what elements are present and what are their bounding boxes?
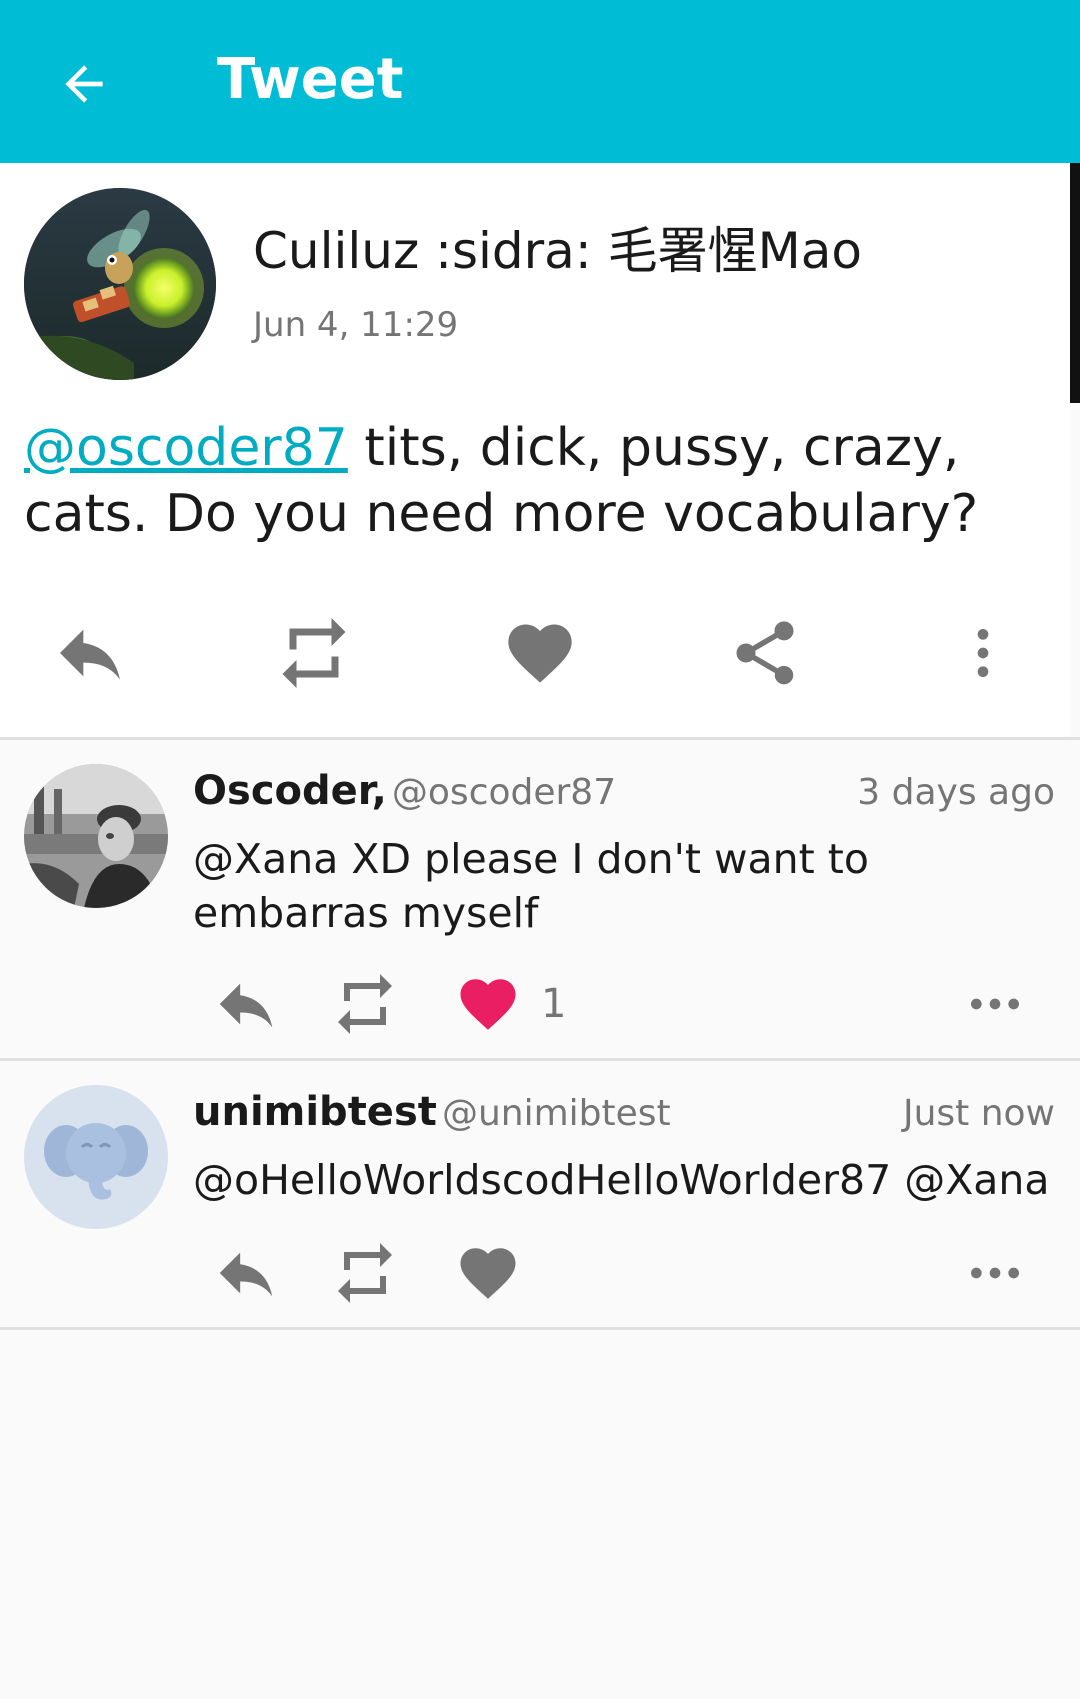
avatar-image [24,764,168,908]
author-avatar[interactable] [24,188,216,380]
tweet-date: Jun 4, 11:29 [253,305,459,345]
reply-avatar[interactable] [24,764,168,908]
retweet-button[interactable] [329,1233,401,1313]
reply-item[interactable]: Oscoder, @oscoder87 3 days ago @Xana XD … [0,740,1080,1058]
page-title: Tweet [217,47,404,112]
elephant-icon [24,1085,168,1229]
heart-icon [460,1248,516,1299]
more-options-button[interactable] [933,603,1033,703]
reply-handle[interactable]: @oscoder87 [392,772,616,813]
reply-author-name[interactable]: unimibtest [193,1089,437,1135]
avatar-image [24,188,216,380]
heart-icon [508,624,572,683]
retweet-button[interactable] [264,603,364,703]
retweet-button[interactable] [329,964,401,1044]
reply-actions: 1 [193,964,1055,1044]
share-icon [736,621,794,685]
reply-text: @Xana XD please I don't want to embarras… [193,835,869,937]
scroll-indicator[interactable] [1070,163,1080,403]
share-button[interactable] [715,603,815,703]
reply-button[interactable] [211,1233,281,1313]
reply-time: 3 days ago [857,772,1055,813]
app-bar: Tweet [0,0,1080,163]
reply-button[interactable] [211,964,281,1044]
back-button[interactable] [52,52,116,116]
more-options-button[interactable] [963,1233,1027,1313]
reply-header: Oscoder, @oscoder87 3 days ago [193,768,1055,820]
reply-icon [60,629,120,680]
retweet-icon [338,974,392,1034]
tweet-text: @oscoder87 tits, dick, pussy, crazy, cat… [24,415,1054,547]
more-horizontal-icon [971,998,1019,1010]
reply-avatar[interactable] [24,1085,168,1229]
main-tweet: Culiluz :sidra: 毛署惺Mao Jun 4, 11:29 @osc… [0,163,1070,738]
author-name[interactable]: Culiluz :sidra: 毛署惺Mao [253,221,862,281]
reply-actions [193,1233,1055,1313]
reply-icon [219,983,273,1028]
reply-item[interactable]: unimibtest @unimibtest Just now @oHelloW… [0,1061,1080,1327]
favorite-button[interactable] [490,603,590,703]
reply-time: Just now [902,1093,1055,1134]
reply-icon [219,1252,273,1297]
retweet-icon [282,618,346,688]
arrow-left-icon [65,65,103,103]
more-vertical-icon [977,629,989,677]
favorite-count: 1 [541,981,567,1027]
more-horizontal-icon [971,1267,1019,1279]
tweet-actions [0,603,1070,703]
reply-button[interactable] [40,603,140,703]
mention-link[interactable]: @oscoder87 [24,418,348,478]
more-options-button[interactable] [963,964,1027,1044]
favorite-button[interactable]: 1 [455,964,566,1044]
reply-handle[interactable]: @unimibtest [442,1093,671,1134]
reply-header: unimibtest @unimibtest Just now [193,1089,1055,1141]
divider [0,1327,1080,1330]
reply-text: @oHelloWorldscodHelloWorlder87 @Xana [193,1156,1050,1204]
reply-author-name[interactable]: Oscoder, [193,768,387,814]
heart-icon [460,979,516,1030]
favorite-button[interactable] [455,1233,521,1313]
retweet-icon [338,1243,392,1303]
